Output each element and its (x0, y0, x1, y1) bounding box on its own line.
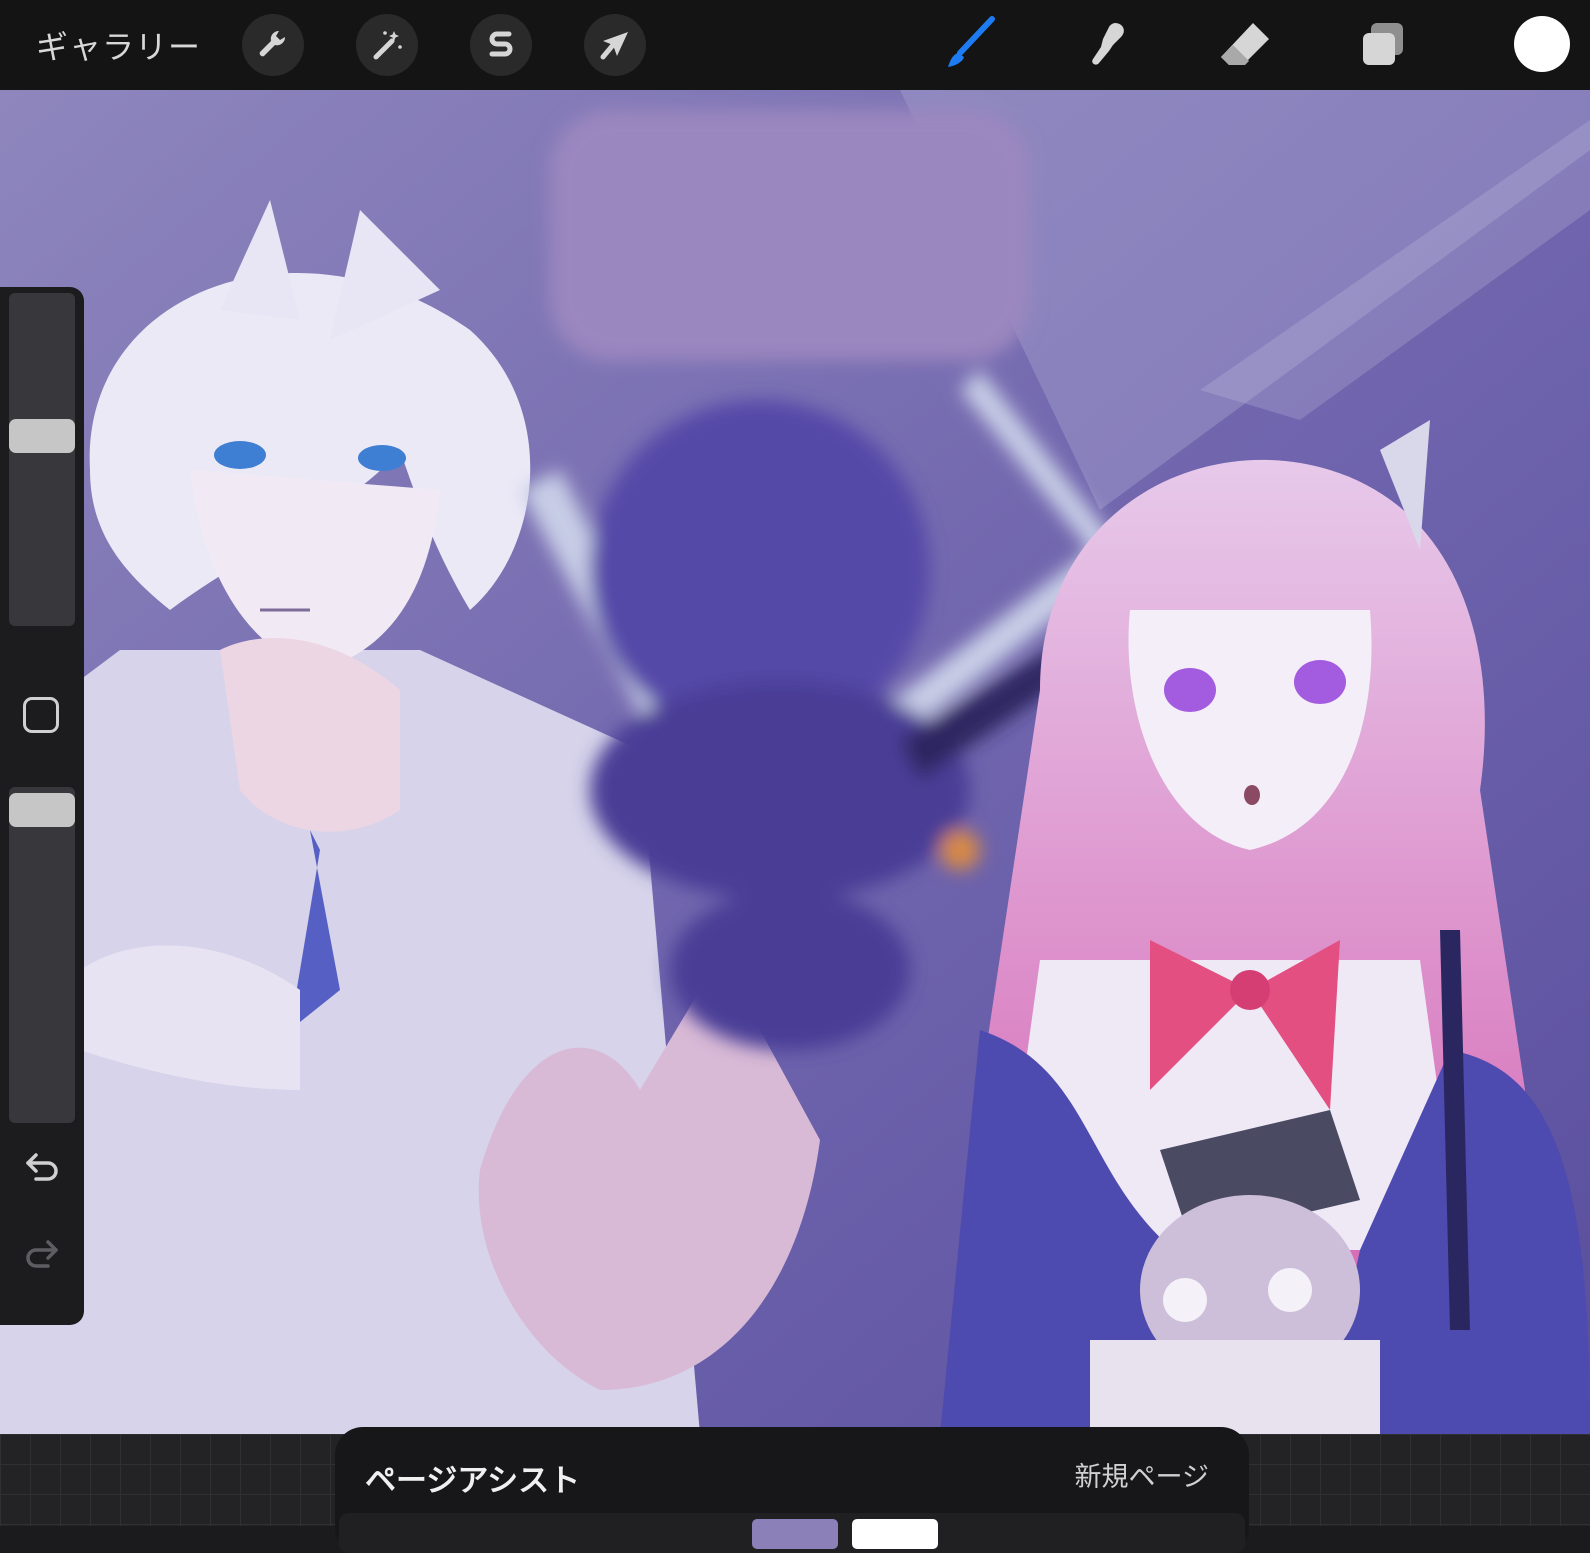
selection-s-icon (489, 31, 513, 57)
eraser-icon (1221, 23, 1269, 65)
gallery-button[interactable]: ギャラリー (36, 22, 201, 68)
undo-button[interactable] (22, 1145, 62, 1185)
page-thumbnail[interactable] (752, 1519, 838, 1549)
paint-button[interactable] (937, 14, 999, 76)
brush-size-thumb[interactable] (9, 418, 75, 453)
adjustments-button[interactable] (356, 14, 418, 76)
actions-button[interactable] (242, 14, 304, 76)
redo-button[interactable] (22, 1232, 62, 1272)
magic-wand-icon (373, 31, 402, 60)
artwork-illustration (0, 90, 1590, 1434)
page-assist-title: ページアシスト (365, 1463, 581, 1499)
new-page-button[interactable]: 新規ページ (1075, 1455, 1209, 1494)
smudge-button[interactable] (1076, 14, 1138, 76)
page-assist-panel: ページアシスト 新規ページ (335, 1427, 1249, 1553)
opacity-thumb[interactable] (9, 793, 75, 828)
smudge-icon (1092, 23, 1124, 65)
wrench-icon (259, 30, 286, 57)
transform-button[interactable] (584, 14, 646, 76)
artwork-canvas[interactable] (0, 90, 1590, 1434)
eraser-button[interactable] (1214, 14, 1276, 76)
brush-icon (948, 16, 995, 67)
color-picker-swatch[interactable] (1514, 16, 1570, 72)
selection-button[interactable] (470, 14, 532, 76)
layers-icon (1363, 23, 1403, 65)
brush-size-slider[interactable] (9, 293, 75, 626)
redo-icon (26, 1240, 58, 1268)
opacity-slider[interactable] (9, 787, 75, 1123)
modify-button[interactable] (23, 697, 59, 733)
top-toolbar: ギャラリー (0, 0, 1590, 90)
arrow-cursor-icon (600, 32, 628, 60)
undo-icon (26, 1153, 58, 1181)
layers-button[interactable] (1352, 14, 1414, 76)
left-sidebar (0, 287, 84, 1325)
page-thumbnail[interactable] (852, 1519, 938, 1549)
